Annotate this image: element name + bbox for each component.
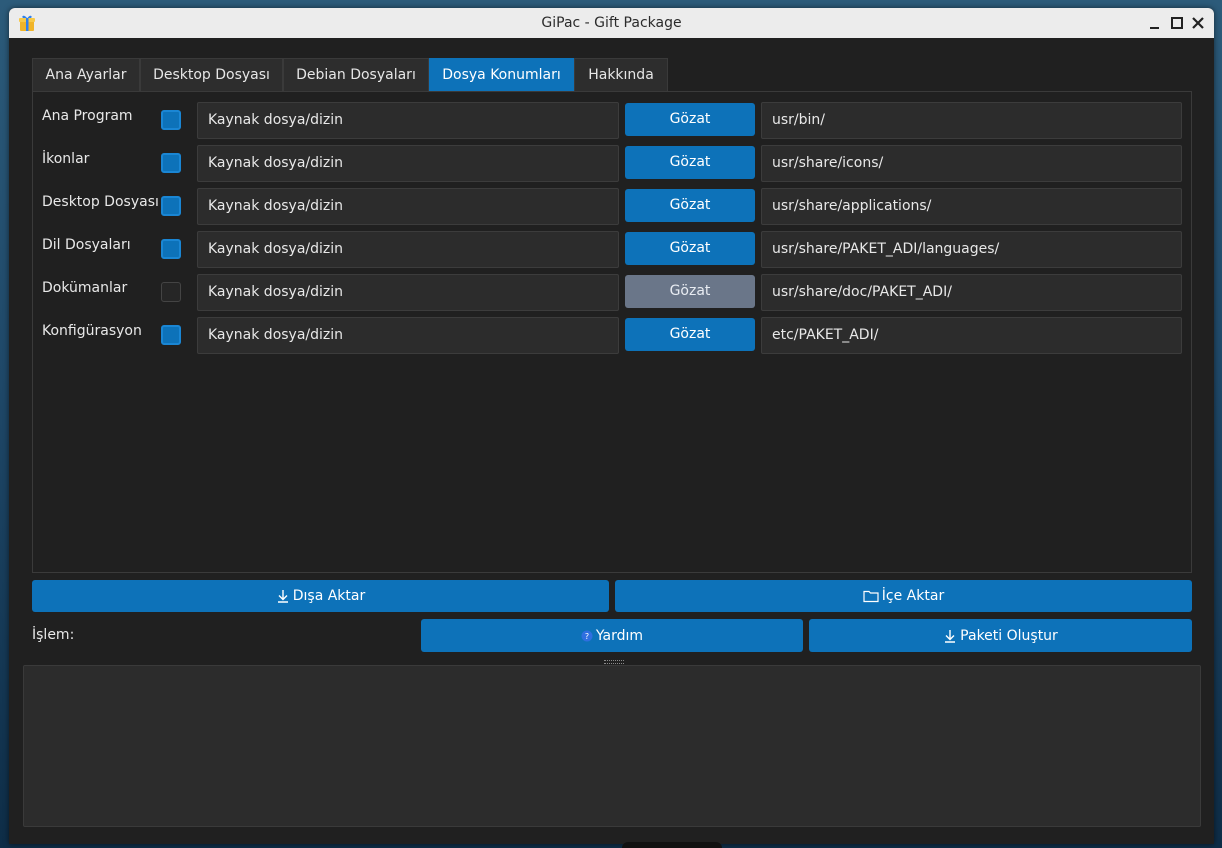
destination-path-input[interactable]: usr/share/icons/ xyxy=(761,145,1182,182)
location-row: Dokümanlar Kaynak dosya/dizin Gözat usr/… xyxy=(33,274,1191,311)
browse-button[interactable]: Gözat xyxy=(625,103,755,136)
export-label: Dışa Aktar xyxy=(292,588,366,604)
row-label: İkonlar xyxy=(42,151,90,167)
status-label: İşlem: xyxy=(32,627,75,643)
source-path-input[interactable]: Kaynak dosya/dizin xyxy=(197,102,619,139)
destination-path-input[interactable]: usr/share/PAKET_ADI/languages/ xyxy=(761,231,1182,268)
tab-debian-dosyalari[interactable]: Debian Dosyaları xyxy=(283,58,429,91)
file-locations-panel: Ana Program Kaynak dosya/dizin Gözat usr… xyxy=(32,91,1192,573)
source-path-input[interactable]: Kaynak dosya/dizin xyxy=(197,188,619,225)
tab-dosya-konumlari[interactable]: Dosya Konumları xyxy=(429,58,574,91)
row-checkbox[interactable] xyxy=(161,153,181,173)
location-row: Ana Program Kaynak dosya/dizin Gözat usr… xyxy=(33,102,1191,139)
row-checkbox[interactable] xyxy=(161,325,181,345)
minimize-icon[interactable] xyxy=(1146,14,1164,32)
browse-button[interactable]: Gözat xyxy=(625,318,755,351)
close-icon[interactable] xyxy=(1189,14,1207,32)
browse-button[interactable]: Gözat xyxy=(625,146,755,179)
import-label: İçe Aktar xyxy=(881,588,945,604)
export-button[interactable]: Dışa Aktar xyxy=(32,580,609,612)
build-package-button[interactable]: Paketi Oluştur xyxy=(809,619,1192,652)
location-row: Desktop Dosyası Kaynak dosya/dizin Gözat… xyxy=(33,188,1191,225)
row-label: Dokümanlar xyxy=(42,280,128,296)
row-label: Desktop Dosyası xyxy=(42,194,159,210)
source-path-input[interactable]: Kaynak dosya/dizin xyxy=(197,145,619,182)
source-path-input[interactable]: Kaynak dosya/dizin xyxy=(197,317,619,354)
import-button[interactable]: İçe Aktar xyxy=(615,580,1192,612)
source-path-input[interactable]: Kaynak dosya/dizin xyxy=(197,274,619,311)
browse-button[interactable]: Gözat xyxy=(625,232,755,265)
row-checkbox[interactable] xyxy=(161,196,181,216)
app-window: GiPac - Gift Package Ana Ayarlar Desktop… xyxy=(9,8,1214,844)
splitter-handle[interactable] xyxy=(604,660,624,664)
svg-text:?: ? xyxy=(585,632,589,641)
destination-path-input[interactable]: usr/bin/ xyxy=(761,102,1182,139)
destination-path-input[interactable]: usr/share/doc/PAKET_ADI/ xyxy=(761,274,1182,311)
tab-hakkinda[interactable]: Hakkında xyxy=(574,58,668,91)
row-label: Konfigürasyon xyxy=(42,323,142,339)
location-row: İkonlar Kaynak dosya/dizin Gözat usr/sha… xyxy=(33,145,1191,182)
row-label: Dil Dosyaları xyxy=(42,237,131,253)
tab-ana-ayarlar[interactable]: Ana Ayarlar xyxy=(32,58,140,91)
output-log-area[interactable] xyxy=(23,665,1201,827)
taskbar-edge xyxy=(622,842,722,848)
source-path-input[interactable]: Kaynak dosya/dizin xyxy=(197,231,619,268)
tab-desktop-dosyasi[interactable]: Desktop Dosyası xyxy=(140,58,283,91)
maximize-icon[interactable] xyxy=(1168,14,1186,32)
help-button[interactable]: ? Yardım xyxy=(421,619,803,652)
row-checkbox[interactable] xyxy=(161,282,181,302)
download-arrow-icon xyxy=(943,629,957,643)
browse-button[interactable]: Gözat xyxy=(625,189,755,222)
help-icon: ? xyxy=(581,630,593,642)
row-checkbox[interactable] xyxy=(161,110,181,130)
location-row: Dil Dosyaları Kaynak dosya/dizin Gözat u… xyxy=(33,231,1191,268)
title-bar[interactable]: GiPac - Gift Package xyxy=(9,8,1214,38)
window-title: GiPac - Gift Package xyxy=(541,15,682,31)
destination-path-input[interactable]: usr/share/applications/ xyxy=(761,188,1182,225)
row-label: Ana Program xyxy=(42,108,133,124)
folder-icon xyxy=(863,589,879,603)
row-checkbox[interactable] xyxy=(161,239,181,259)
help-label: Yardım xyxy=(595,627,644,644)
build-package-label: Paketi Oluştur xyxy=(960,627,1058,644)
browse-button[interactable]: Gözat xyxy=(625,275,755,308)
location-row: Konfigürasyon Kaynak dosya/dizin Gözat e… xyxy=(33,317,1191,354)
download-arrow-icon xyxy=(276,589,290,603)
destination-path-input[interactable]: etc/PAKET_ADI/ xyxy=(761,317,1182,354)
